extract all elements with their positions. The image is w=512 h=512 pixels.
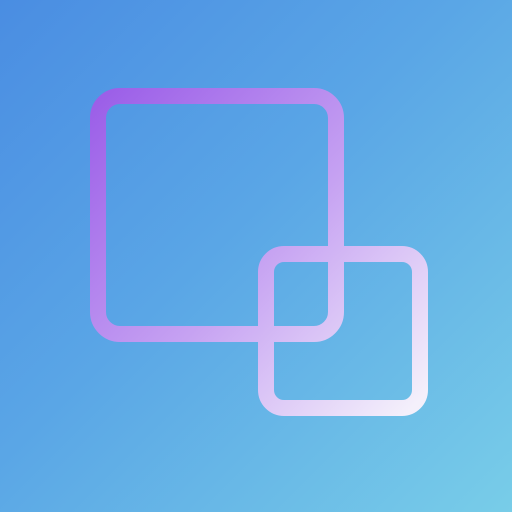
app-icon — [0, 0, 512, 512]
overlapping-squares-icon — [0, 0, 512, 512]
app-background — [0, 0, 512, 512]
